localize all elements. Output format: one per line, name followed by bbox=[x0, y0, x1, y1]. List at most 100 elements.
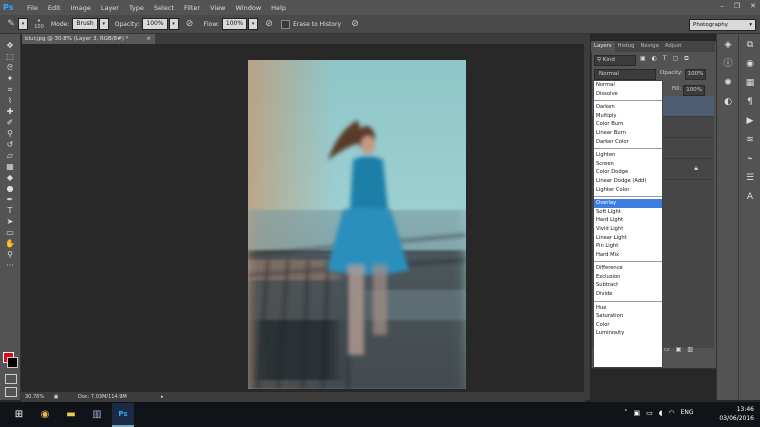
screen-mode-icon[interactable] bbox=[5, 387, 17, 397]
blur-tool-icon[interactable]: ◆ bbox=[0, 172, 20, 183]
lasso-tool-icon[interactable]: ᘓ bbox=[0, 62, 20, 73]
blend-option[interactable]: Color Dodge bbox=[594, 168, 662, 177]
smart-filter-icon[interactable]: ⧉ bbox=[684, 55, 688, 64]
tab-adjustments[interactable]: Adjust bbox=[662, 41, 685, 52]
dodge-tool-icon[interactable]: ● bbox=[0, 183, 20, 194]
tool-preset-dropdown[interactable]: ▾ bbox=[18, 18, 28, 30]
mode-dropdown-arrow[interactable]: ▾ bbox=[98, 18, 109, 30]
tab-layers[interactable]: Layers bbox=[591, 41, 615, 52]
type-filter-icon[interactable]: T bbox=[663, 55, 667, 64]
volume-icon[interactable]: ◖ bbox=[659, 409, 663, 417]
quick-select-tool-icon[interactable]: ✦ bbox=[0, 73, 20, 84]
tab-navigator[interactable]: Naviga bbox=[637, 41, 661, 52]
menu-select[interactable]: Select bbox=[154, 4, 174, 12]
actions-icon[interactable]: ▶ bbox=[739, 113, 760, 129]
eraser-tool-icon[interactable]: ▱ bbox=[0, 150, 20, 161]
color-icon[interactable]: ◉ bbox=[739, 56, 760, 72]
blend-option[interactable]: Subtract bbox=[594, 281, 662, 290]
shape-tool-icon[interactable]: ▭ bbox=[0, 227, 20, 238]
menu-type[interactable]: Type bbox=[129, 4, 144, 12]
workspace-select[interactable]: Photography ▾ bbox=[689, 19, 756, 31]
photoshop-taskbar-icon[interactable]: Ps bbox=[112, 402, 134, 427]
mode-select[interactable]: Brush bbox=[72, 18, 98, 30]
blend-option[interactable]: Lighter Color bbox=[594, 186, 662, 195]
blend-option[interactable]: Color Burn bbox=[594, 120, 662, 129]
tab-histogram[interactable]: Histog bbox=[615, 41, 638, 52]
clone-stamp-tool-icon[interactable]: ⚲ bbox=[0, 128, 20, 139]
blend-option[interactable]: Pin Light bbox=[594, 242, 662, 251]
background-color-swatch[interactable] bbox=[7, 357, 18, 368]
chrome-icon[interactable]: ◉ bbox=[34, 404, 56, 426]
pixel-filter-icon[interactable]: ▣ bbox=[640, 55, 646, 64]
pen-tool-icon[interactable]: ✒ bbox=[0, 194, 20, 205]
new-layer-icon[interactable]: ▣ bbox=[676, 346, 682, 353]
minimize-button[interactable]: – bbox=[720, 2, 724, 10]
blend-option[interactable]: Luminosity bbox=[594, 329, 662, 338]
brush-presets-icon[interactable]: ¶ bbox=[739, 94, 760, 110]
brush-tool-icon[interactable]: ✐ bbox=[0, 117, 20, 128]
new-group-icon[interactable]: ▭ bbox=[664, 346, 670, 353]
marquee-tool-icon[interactable]: ⬚ bbox=[0, 51, 20, 62]
system-clock[interactable]: 13:46 03/06/2016 bbox=[719, 405, 754, 423]
blend-option[interactable]: Linear Light bbox=[594, 234, 662, 243]
pressure-size-icon[interactable]: ⊘ bbox=[349, 18, 361, 30]
info-icon[interactable]: ⓘ bbox=[717, 56, 739, 72]
flow-dropdown-arrow[interactable]: ▾ bbox=[248, 18, 259, 30]
zoom-tool-icon[interactable]: ⚲ bbox=[0, 249, 20, 260]
blend-option[interactable]: Normal bbox=[594, 81, 662, 90]
restore-button[interactable]: ❐ bbox=[734, 2, 740, 10]
history-icon[interactable]: ⧉ bbox=[739, 37, 760, 53]
status-menu-arrow[interactable]: ▸ bbox=[161, 392, 164, 402]
swatches-icon[interactable]: ▦ bbox=[739, 75, 760, 91]
blend-mode-select[interactable]: Normal bbox=[594, 69, 656, 80]
menu-edit[interactable]: Edit bbox=[48, 4, 61, 12]
menu-file[interactable]: File bbox=[27, 4, 38, 12]
app-icon[interactable]: ▥ bbox=[86, 404, 108, 426]
adjustments-icon[interactable]: ✺ bbox=[717, 75, 739, 91]
move-tool-icon[interactable]: ✥ bbox=[0, 40, 20, 51]
path-select-tool-icon[interactable]: ➤ bbox=[0, 216, 20, 227]
blend-option[interactable]: Exclusion bbox=[594, 273, 662, 282]
type-tool-icon[interactable]: T bbox=[0, 205, 20, 216]
battery-icon[interactable]: ▭ bbox=[646, 409, 653, 417]
crop-tool-icon[interactable]: ⌗ bbox=[0, 84, 20, 95]
paths-icon[interactable]: ⌁ bbox=[739, 151, 760, 167]
layer-opacity-input[interactable]: 100% bbox=[684, 69, 707, 80]
menu-filter[interactable]: Filter bbox=[184, 4, 200, 12]
blend-option[interactable]: Dissolve bbox=[594, 90, 662, 99]
eraser-tool-icon[interactable]: ✎ bbox=[5, 18, 17, 30]
flow-input[interactable]: 100% bbox=[221, 18, 248, 30]
menu-view[interactable]: View bbox=[210, 4, 225, 12]
blend-option[interactable]: Divide bbox=[594, 290, 662, 299]
opacity-input[interactable]: 100% bbox=[142, 18, 168, 30]
opacity-dropdown-arrow[interactable]: ▾ bbox=[168, 18, 179, 30]
language-indicator[interactable]: ENG bbox=[681, 409, 694, 417]
hand-tool-icon[interactable]: ✋ bbox=[0, 238, 20, 249]
menu-layer[interactable]: Layer bbox=[101, 4, 119, 12]
shape-filter-icon[interactable]: ▢ bbox=[673, 55, 679, 64]
blend-option[interactable]: Hard Light bbox=[594, 216, 662, 225]
layers-panel-icon[interactable]: ◈ bbox=[717, 37, 739, 53]
blend-option[interactable]: Lighten bbox=[594, 151, 662, 160]
blend-option[interactable]: Linear Burn bbox=[594, 129, 662, 138]
airbrush-icon[interactable]: ⊘ bbox=[263, 18, 275, 30]
blend-option-selected[interactable]: Overlay bbox=[594, 199, 662, 208]
more-tools-icon[interactable]: ··· bbox=[0, 260, 20, 271]
document-image[interactable] bbox=[248, 60, 466, 389]
character-icon[interactable]: A bbox=[739, 189, 760, 205]
layer-filter-select[interactable]: ⚲ Kind bbox=[594, 55, 636, 66]
properties-icon[interactable]: ☰ bbox=[739, 170, 760, 186]
blend-option[interactable]: Vivid Light bbox=[594, 225, 662, 234]
delete-layer-icon[interactable]: ▥ bbox=[687, 346, 693, 353]
file-explorer-icon[interactable]: ▬ bbox=[60, 404, 82, 426]
blend-option[interactable]: Hue bbox=[594, 304, 662, 313]
blend-option[interactable]: Darken bbox=[594, 103, 662, 112]
blend-option[interactable]: Difference bbox=[594, 264, 662, 273]
menu-image[interactable]: Image bbox=[70, 4, 90, 12]
blend-option[interactable]: Darker Color bbox=[594, 138, 662, 147]
healing-brush-tool-icon[interactable]: ✚ bbox=[0, 106, 20, 117]
adjustment-filter-icon[interactable]: ◐ bbox=[652, 55, 657, 64]
blend-option[interactable]: Soft Light bbox=[594, 208, 662, 217]
zoom-level[interactable]: 30.76% bbox=[25, 394, 44, 400]
gradient-tool-icon[interactable]: ▦ bbox=[0, 161, 20, 172]
